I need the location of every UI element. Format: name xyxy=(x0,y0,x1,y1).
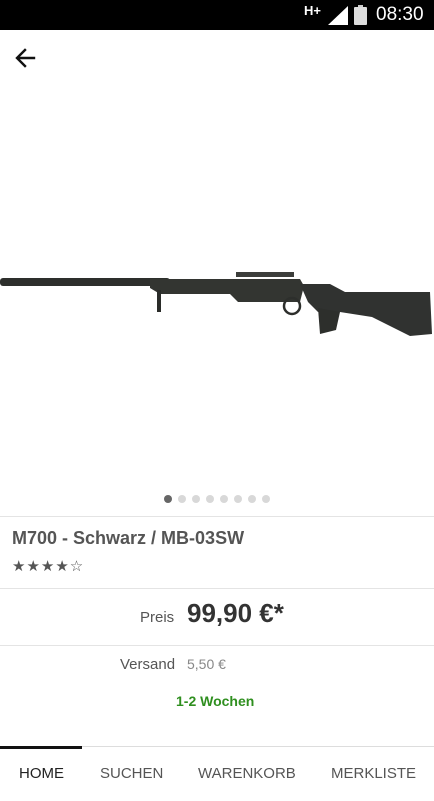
tab-search[interactable]: SUCHEN xyxy=(100,765,163,782)
divider xyxy=(0,645,434,646)
gallery-dot[interactable] xyxy=(206,495,214,503)
rating-stars: ★★★★☆ xyxy=(12,557,85,575)
delivery-time: 1-2 Wochen xyxy=(176,693,255,709)
gallery-dot[interactable] xyxy=(178,495,186,503)
product-image-gallery[interactable] xyxy=(0,82,434,492)
status-time: 08:30 xyxy=(376,4,424,25)
gallery-dot[interactable] xyxy=(220,495,228,503)
gallery-pagination[interactable] xyxy=(0,495,434,505)
network-type: H+ xyxy=(304,3,321,18)
gallery-dot[interactable] xyxy=(262,495,270,503)
active-tab-indicator xyxy=(0,746,82,749)
gallery-dot[interactable] xyxy=(234,495,242,503)
tab-cart[interactable]: WARENKORB xyxy=(198,765,296,782)
shipping-value: 5,50 € xyxy=(187,656,226,672)
battery-icon xyxy=(354,5,367,25)
shipping-label: Versand xyxy=(120,656,176,673)
product-title: M700 - Schwarz / MB-03SW xyxy=(12,528,245,548)
bottom-tab-bar: HOME SUCHEN WARENKORB MERKLISTE xyxy=(0,746,434,801)
price-label: Preis xyxy=(140,609,175,626)
back-arrow-icon[interactable] xyxy=(12,44,40,72)
divider xyxy=(0,516,434,517)
gallery-dot[interactable] xyxy=(164,495,172,503)
status-bar: H+ 08:30 xyxy=(0,0,434,30)
gallery-dot[interactable] xyxy=(248,495,256,503)
gallery-dot[interactable] xyxy=(192,495,200,503)
tab-wishlist[interactable]: MERKLISTE xyxy=(331,765,416,782)
tab-home[interactable]: HOME xyxy=(19,765,64,782)
divider xyxy=(0,588,434,589)
signal-icon xyxy=(328,6,348,25)
product-image xyxy=(0,272,432,336)
price-value: 99,90 €* xyxy=(187,598,284,628)
